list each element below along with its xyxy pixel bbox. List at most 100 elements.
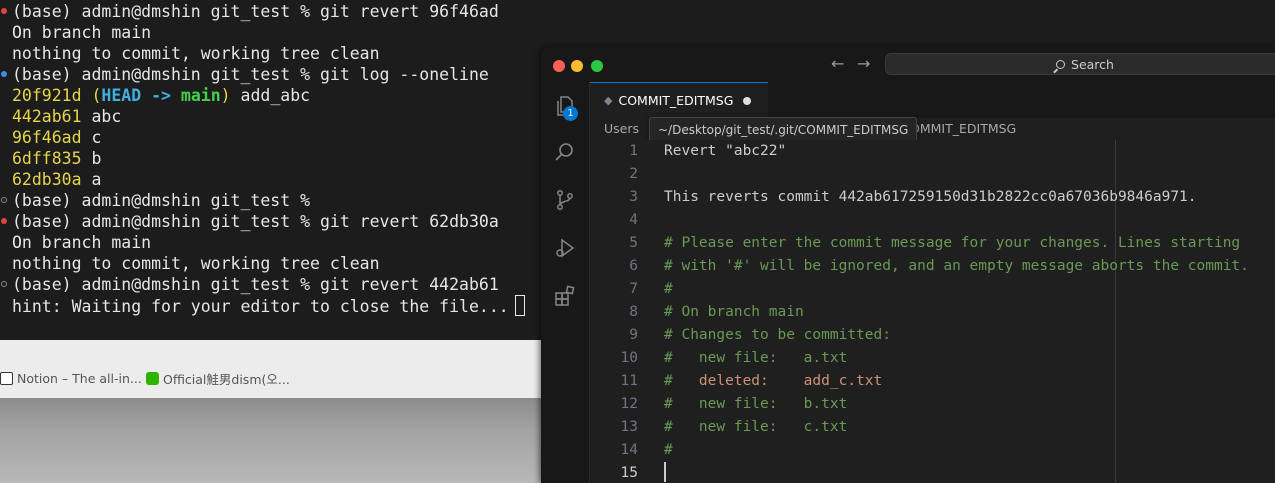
line-number: 14	[620, 442, 638, 458]
command-status-marker	[1, 8, 7, 14]
bookmark-notion[interactable]: Notion – The all-in...	[0, 369, 142, 387]
line-number: 9	[629, 327, 638, 343]
terminal-text: (base) admin@dmshin git_test % git rever…	[12, 274, 499, 295]
file-icon: ◆	[604, 94, 613, 107]
terminal-text: hint: Waiting for your editor to close t…	[12, 297, 509, 316]
terminal-line: nothing to commit, working tree clean	[0, 43, 540, 64]
terminal-line: nothing to commit, working tree clean	[0, 253, 540, 274]
code-line: # new file: a.txt	[664, 347, 847, 370]
bookmark-label: Notion – The all-in...	[17, 370, 142, 386]
editor-tab-bar: ◆ COMMIT_EDITMSG	[590, 82, 1275, 118]
new-file-entry: new file: c.txt	[698, 419, 848, 435]
browser-window: Notion – The all-in... Official鮭男dism(오.…	[0, 340, 541, 483]
terminal-text: nothing to commit, working tree clean	[12, 43, 380, 64]
terminal-line: 6dff835 b	[0, 148, 540, 169]
terminal-line: (base) admin@dmshin git_test %	[0, 190, 540, 211]
terminal-msg: c	[81, 128, 102, 147]
explorer-badge: 1	[563, 106, 578, 121]
terminal-line: On branch main	[0, 22, 540, 43]
terminal-line: (base) admin@dmshin git_test % git rever…	[0, 274, 540, 295]
comment-prefix: #	[664, 350, 699, 366]
browser-bookmarks-bar: Notion – The all-in... Official鮭男dism(오.…	[0, 340, 541, 399]
terminal-text: 62db30a a	[12, 169, 101, 190]
run-debug-icon[interactable]	[553, 236, 577, 260]
code-line: This reverts commit 442ab617259150d31b28…	[664, 186, 1197, 209]
terminal-text: On branch main	[12, 22, 151, 43]
notion-icon	[0, 371, 13, 385]
terminal-line: (base) admin@dmshin git_test % git log -…	[0, 64, 540, 85]
terminal-text: nothing to commit, working tree clean	[12, 44, 380, 63]
line-number: 10	[620, 350, 638, 366]
close-window-button[interactable]	[553, 60, 565, 72]
code-editor[interactable]: 1 Revert "abc22" 2 3 This reverts commit 442…	[590, 140, 1275, 483]
terminal-line: 62db30a a	[0, 169, 540, 190]
line-number: 8	[629, 304, 638, 320]
comment-prefix: #	[664, 419, 699, 435]
command-status-marker	[1, 281, 7, 287]
tab-commit-editmsg[interactable]: ◆ COMMIT_EDITMSG	[590, 82, 768, 118]
command-search-box[interactable]: Search	[885, 53, 1275, 75]
new-file-entry: new file: a.txt	[698, 350, 848, 366]
line-number: 5	[629, 235, 638, 251]
breadcrumb-users[interactable]: Users	[604, 121, 639, 136]
comment-text: # Please enter the commit message for yo…	[664, 235, 1241, 251]
terminal-line: (base) admin@dmshin git_test % git rever…	[0, 211, 540, 232]
code-line: # new file: b.txt	[664, 393, 847, 416]
terminal-text: (base) admin@dmshin git_test % git rever…	[12, 2, 499, 21]
title-bar: ← → Search	[541, 46, 1275, 83]
search-icon[interactable]	[553, 140, 577, 164]
terminal-text: nothing to commit, working tree clean	[12, 254, 380, 273]
line-number: 1	[629, 143, 638, 159]
terminal-line: (base) admin@dmshin git_test % git rever…	[0, 1, 540, 22]
maximize-window-button[interactable]	[591, 60, 603, 72]
terminal-text: hint: Waiting for your editor to close t…	[12, 295, 525, 317]
code-line: #	[664, 278, 673, 301]
breadcrumb-file[interactable]: OMMIT_EDITMSG	[910, 121, 1016, 136]
terminal-cursor	[514, 295, 525, 316]
terminal-text: nothing to commit, working tree clean	[12, 253, 380, 274]
minimize-window-button[interactable]	[571, 60, 583, 72]
code-line: # On branch main	[664, 301, 804, 324]
line-number: 4	[629, 212, 638, 228]
extensions-icon[interactable]	[553, 284, 577, 308]
line-number: 6	[629, 258, 638, 274]
terminal-hash: 6dff835	[12, 149, 82, 168]
terminal-text: (base) admin@dmshin git_test % git rever…	[12, 211, 499, 232]
comment-prefix: #	[664, 373, 699, 389]
code-line: # deleted: add_c.txt	[664, 370, 882, 393]
command-status-marker	[1, 218, 7, 224]
comment-text: # Changes to be committed:	[664, 327, 891, 343]
unsaved-dot-icon[interactable]	[743, 96, 752, 105]
terminal-text: 96f46ad c	[12, 127, 101, 148]
forward-arrow-icon[interactable]: →	[857, 54, 870, 73]
terminal-line: 442ab61 abc	[0, 106, 540, 127]
source-control-icon[interactable]	[553, 188, 577, 212]
terminal-msg: abc	[81, 107, 122, 126]
terminal-line: On branch main	[0, 232, 540, 253]
back-arrow-icon[interactable]: ←	[831, 54, 844, 73]
line-number: 2	[629, 166, 638, 182]
deleted-file-entry: deleted: add_c.txt	[698, 373, 883, 389]
terminal-text: (base) admin@dmshin git_test % git log -…	[12, 65, 489, 84]
code-line: # with '#' will be ignored, and an empty…	[664, 255, 1249, 278]
code-line: #	[664, 439, 673, 462]
terminal-text: (base) admin@dmshin git_test % git rever…	[12, 275, 499, 294]
terminal-close-paren: )	[220, 86, 231, 105]
command-status-marker	[1, 71, 7, 77]
line-number: 12	[620, 396, 638, 412]
browser-content	[0, 398, 541, 483]
comment-prefix: #	[664, 396, 699, 412]
comment-text: # On branch main	[664, 304, 804, 320]
comment-text: #	[664, 442, 673, 458]
text-cursor	[664, 462, 666, 482]
comment-text: # with '#' will be ignored, and an empty…	[664, 258, 1249, 274]
bookmark-naver-blog[interactable]: Official鮭男dism(오...	[146, 369, 290, 387]
line-number: 11	[620, 373, 638, 389]
terminal-text: (base) admin@dmshin git_test %	[12, 190, 310, 211]
terminal-window[interactable]: (base) admin@dmshin git_test % git rever…	[0, 0, 540, 320]
code-line: # Please enter the commit message for yo…	[664, 232, 1240, 255]
line-number: 7	[629, 281, 638, 297]
terminal-open-paren: (	[81, 86, 102, 105]
terminal-text: On branch main	[12, 233, 152, 252]
terminal-hash: 62db30a	[12, 170, 82, 189]
